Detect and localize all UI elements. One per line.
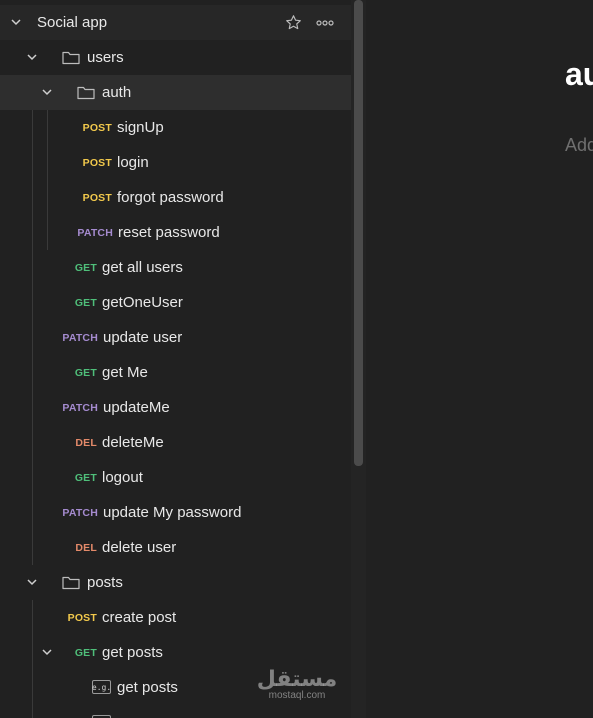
method-badge: PATCH <box>62 506 98 519</box>
request-forgot-password[interactable]: POST forgot password <box>0 180 351 215</box>
request-label: reset password <box>118 224 220 241</box>
request-signup[interactable]: POST signUp <box>0 110 351 145</box>
request-label: logout <box>102 469 143 486</box>
method-badge: POST <box>82 156 112 169</box>
method-badge: POST <box>82 191 112 204</box>
request-get-me[interactable]: GET get Me <box>0 355 351 390</box>
request-label: get Me <box>102 364 148 381</box>
request-label: get posts <box>102 644 163 661</box>
page-title[interactable]: au <box>565 56 593 93</box>
method-badge: PATCH <box>62 331 98 344</box>
request-label: signUp <box>117 119 164 136</box>
request-label: get all users <box>102 259 183 276</box>
method-badge: GET <box>74 296 97 309</box>
chevron-down-icon[interactable] <box>25 50 39 64</box>
request-create-post[interactable]: POST create post <box>0 600 351 635</box>
watermark-latin: mostaql.com <box>268 690 326 701</box>
method-badge: DEL <box>75 436 97 449</box>
watermark-logo: مستقل mostaql.com <box>256 668 338 708</box>
request-label: update user <box>103 329 183 346</box>
request-delete-user[interactable]: DEL delete user <box>0 530 351 565</box>
request-label: update My password <box>103 504 242 521</box>
method-badge: GET <box>74 646 97 659</box>
chevron-down-icon[interactable] <box>9 15 23 29</box>
method-badge: POST <box>67 611 97 624</box>
method-badge: PATCH <box>62 401 98 414</box>
folder-label: users <box>87 49 124 66</box>
method-badge: GET <box>74 471 97 484</box>
folder-posts[interactable]: posts <box>0 565 351 600</box>
folder-auth[interactable]: auth <box>0 75 351 110</box>
folder-users[interactable]: users <box>0 40 351 75</box>
request-label: create post <box>102 609 177 626</box>
main-panel: au Add <box>366 0 593 718</box>
request-get-one-user[interactable]: GET getOneUser <box>0 285 351 320</box>
request-get-all-users[interactable]: GET get all users <box>0 250 351 285</box>
request-label: updateMe <box>103 399 170 416</box>
more-options-icon[interactable] <box>315 13 335 33</box>
example-icon: e.g. <box>92 680 111 694</box>
request-delete-me[interactable]: DEL deleteMe <box>0 425 351 460</box>
request-reset-password[interactable]: PATCH reset password <box>0 215 351 250</box>
folder-icon <box>62 49 80 65</box>
request-label: getOneUser <box>102 294 183 311</box>
method-badge: DEL <box>75 541 97 554</box>
folder-icon <box>77 84 95 100</box>
method-badge: GET <box>74 261 97 274</box>
folder-label: posts <box>87 574 123 591</box>
request-label: delete user <box>102 539 177 556</box>
method-badge: PATCH <box>77 226 113 239</box>
folder-label: auth <box>102 84 132 101</box>
sidebar-scrollbar-thumb[interactable] <box>354 0 363 466</box>
collection-header[interactable]: Social app <box>0 5 351 40</box>
star-icon[interactable] <box>283 13 303 33</box>
request-login[interactable]: POST login <box>0 145 351 180</box>
collection-name: Social app <box>37 14 108 31</box>
app-window: Social app users auth POST signUp POST l… <box>0 0 593 718</box>
request-logout[interactable]: GET logout <box>0 460 351 495</box>
request-label: forgot password <box>117 189 224 206</box>
request-update-my-password[interactable]: PATCH update My password <box>0 495 351 530</box>
request-label: login <box>117 154 149 171</box>
collection-sidebar: Social app users auth POST signUp POST l… <box>0 0 351 718</box>
request-update-me[interactable]: PATCH updateMe <box>0 390 351 425</box>
watermark-arabic: مستقل <box>256 666 338 691</box>
description-placeholder[interactable]: Add <box>565 135 593 156</box>
request-get-posts[interactable]: GET get posts <box>0 635 351 670</box>
collection-actions <box>283 5 335 40</box>
example-label: get posts <box>117 679 178 696</box>
method-badge: GET <box>74 366 97 379</box>
chevron-down-icon[interactable] <box>25 575 39 589</box>
method-badge: POST <box>82 121 112 134</box>
folder-icon <box>62 574 80 590</box>
chevron-down-icon[interactable] <box>40 85 54 99</box>
request-label: deleteMe <box>102 434 164 451</box>
request-update-user[interactable]: PATCH update user <box>0 320 351 355</box>
